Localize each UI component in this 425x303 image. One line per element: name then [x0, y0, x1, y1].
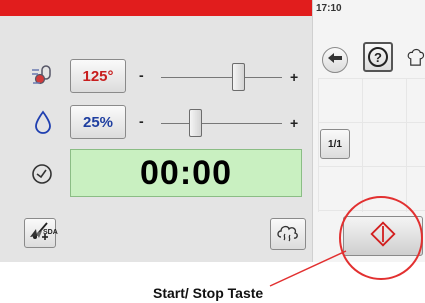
annotation-caption: Start/ Stop Taste — [153, 285, 264, 301]
annotation-arrow — [269, 250, 347, 287]
